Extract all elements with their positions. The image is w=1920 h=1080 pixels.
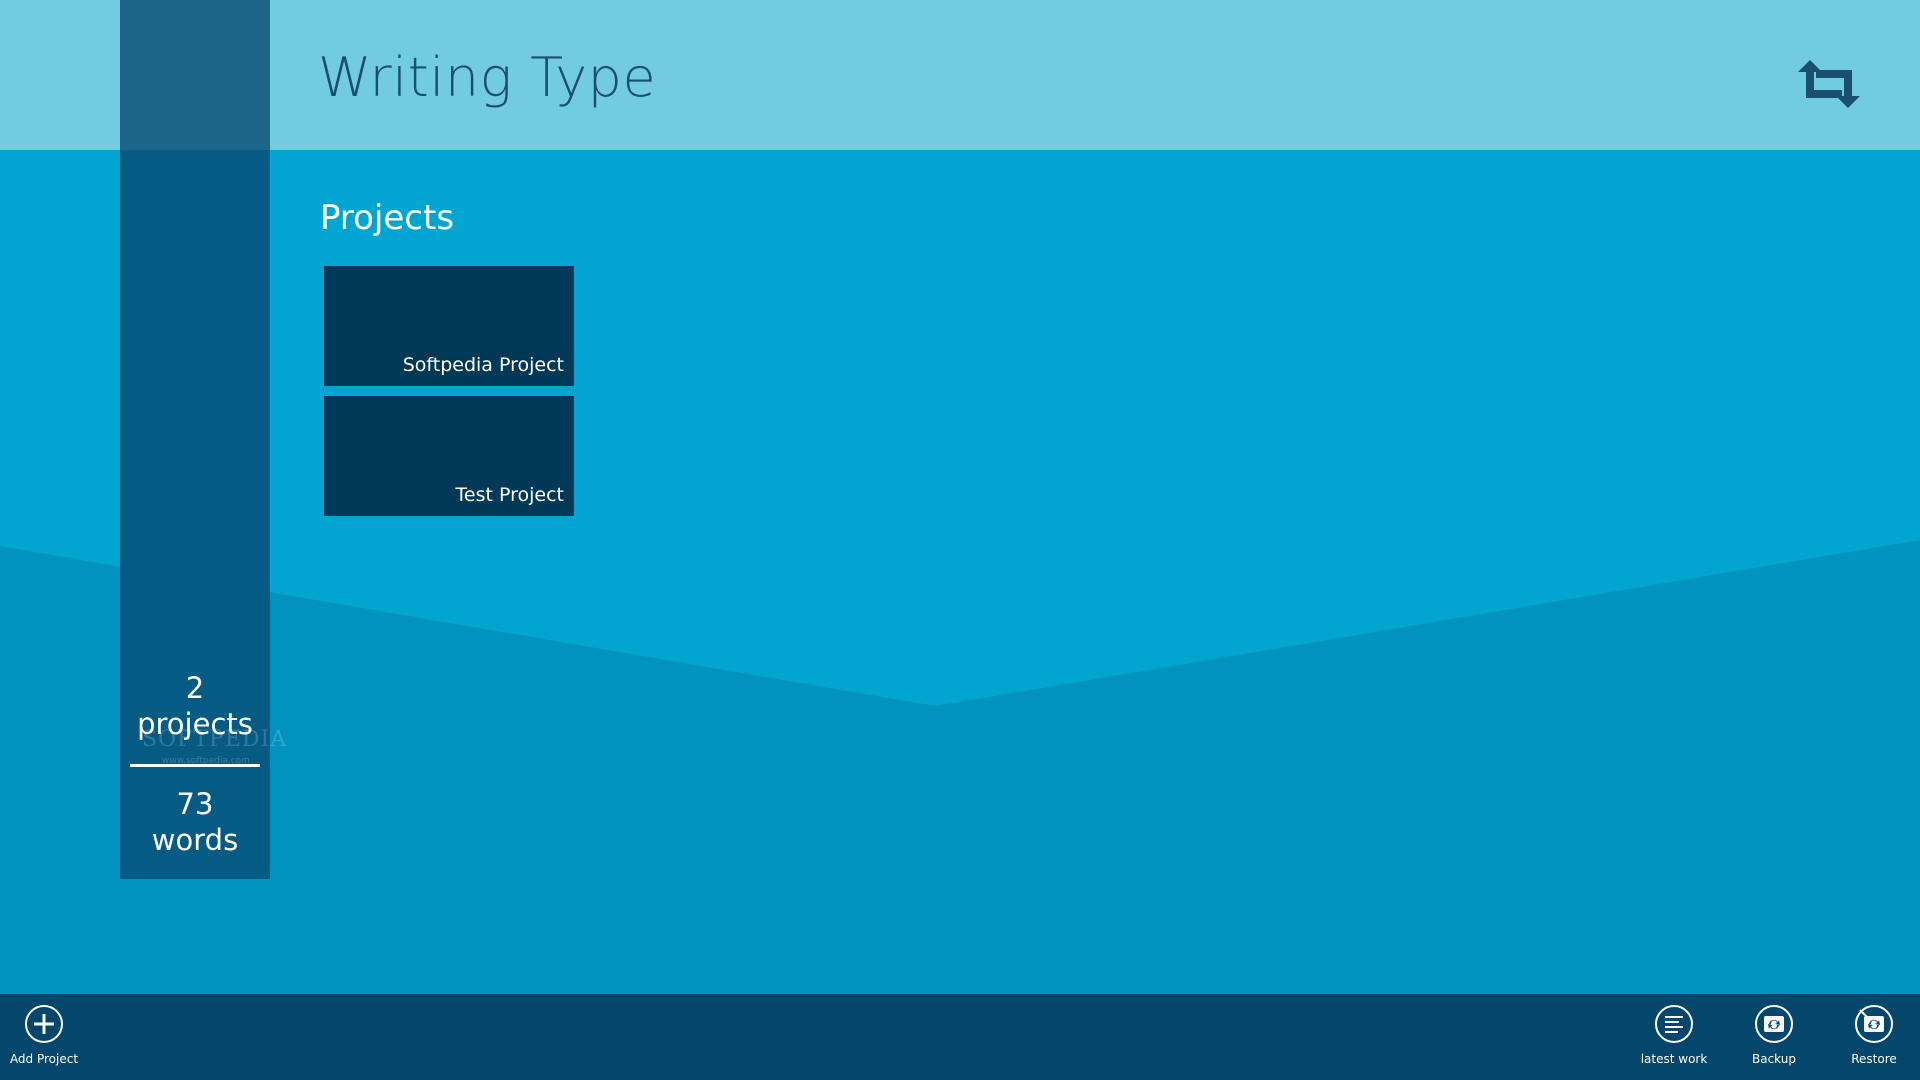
header-bar: Writing Type [0,0,1920,150]
restore-icon [1855,1005,1893,1043]
app-title: Writing Type [318,46,657,109]
restore-button[interactable]: Restore [1824,994,1920,1080]
add-project-label: Add Project [9,1052,79,1066]
projects-section-title: Projects [320,198,455,238]
latest-work-button[interactable]: latest work [1624,994,1724,1080]
words-label: words [151,823,239,857]
background-wave-shape [0,540,1920,994]
project-tile-label: Softpedia Project [402,354,564,376]
project-tile-label: Test Project [455,484,564,506]
projects-label: projects [137,707,253,741]
projects-stat: 2 projects [120,670,270,742]
sync-arrows-icon [1798,60,1860,108]
add-project-button[interactable]: Add Project [0,994,94,1080]
app-window: Writing Type SOFTPEDIA www.softpedia.com… [0,0,1920,1080]
document-lines-icon [1655,1005,1693,1043]
sync-button[interactable] [1798,58,1860,110]
words-count: 73 [176,787,214,821]
project-tile-softpedia[interactable]: Softpedia Project [324,266,574,386]
project-tile-test[interactable]: Test Project [324,396,574,516]
stats-sidebar: SOFTPEDIA www.softpedia.com 2 projects 7… [120,0,286,879]
app-bar: Add Project latest work Backup Restore [0,994,1920,1080]
backup-label: Backup [1752,1052,1796,1066]
latest-work-label: latest work [1640,1052,1708,1066]
stats-divider [130,764,260,767]
sidebar-header-block [120,0,270,150]
backup-icon [1755,1005,1793,1043]
plus-circle-icon [25,1005,63,1043]
backup-button[interactable]: Backup [1724,994,1824,1080]
words-stat: 73 words [120,786,270,858]
projects-count: 2 [185,671,205,705]
restore-label: Restore [1851,1052,1897,1066]
